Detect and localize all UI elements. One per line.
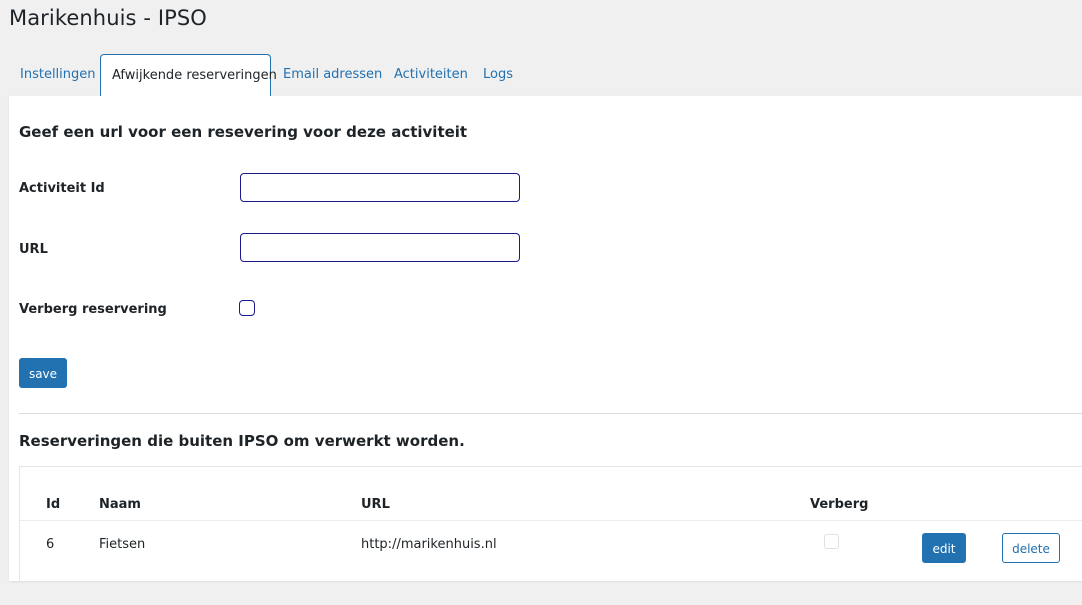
row-naam: Fietsen — [99, 537, 146, 552]
url-label: URL — [19, 242, 48, 257]
url-input[interactable] — [240, 233, 520, 262]
tab-afwijkende-reserveringen[interactable]: Afwijkende reserveringen — [100, 54, 277, 97]
row-url: http://marikenhuis.nl — [361, 537, 497, 552]
column-header-naam: Naam — [99, 497, 141, 512]
row-hide-checkbox — [824, 534, 839, 549]
hide-reservation-label: Verberg reservering — [19, 302, 167, 317]
section-divider — [19, 413, 1082, 414]
column-header-verberg: Verberg — [810, 497, 869, 512]
content-panel: Geef een url voor een resevering voor de… — [9, 96, 1082, 582]
save-button[interactable]: save — [19, 358, 67, 388]
delete-button[interactable]: delete — [1002, 533, 1060, 563]
row-id: 6 — [46, 537, 55, 552]
hide-reservation-checkbox[interactable] — [239, 300, 255, 316]
header-row-divider — [20, 520, 1082, 521]
reservations-table: Id Naam URL Verberg 6 Fietsen http://mar… — [19, 466, 1082, 582]
page-title: Marikenhuis - IPSO — [9, 6, 207, 30]
column-header-id: Id — [46, 497, 61, 512]
tab-instellingen[interactable]: Instellingen — [9, 54, 107, 96]
form-heading: Geef een url voor een resevering voor de… — [19, 123, 468, 141]
list-heading: Reserveringen die buiten IPSO om verwerk… — [19, 432, 465, 450]
tab-logs[interactable]: Logs — [472, 54, 524, 96]
column-header-url: URL — [361, 497, 390, 512]
tab-bar: Instellingen Afwijkende reserveringen Em… — [9, 54, 1082, 97]
edit-button[interactable]: edit — [922, 533, 966, 563]
activity-id-label: Activiteit Id — [19, 181, 105, 196]
activity-id-input[interactable] — [240, 173, 520, 202]
tab-activiteiten[interactable]: Activiteiten — [383, 54, 479, 96]
tab-email-adressen[interactable]: Email adressen — [272, 54, 393, 96]
